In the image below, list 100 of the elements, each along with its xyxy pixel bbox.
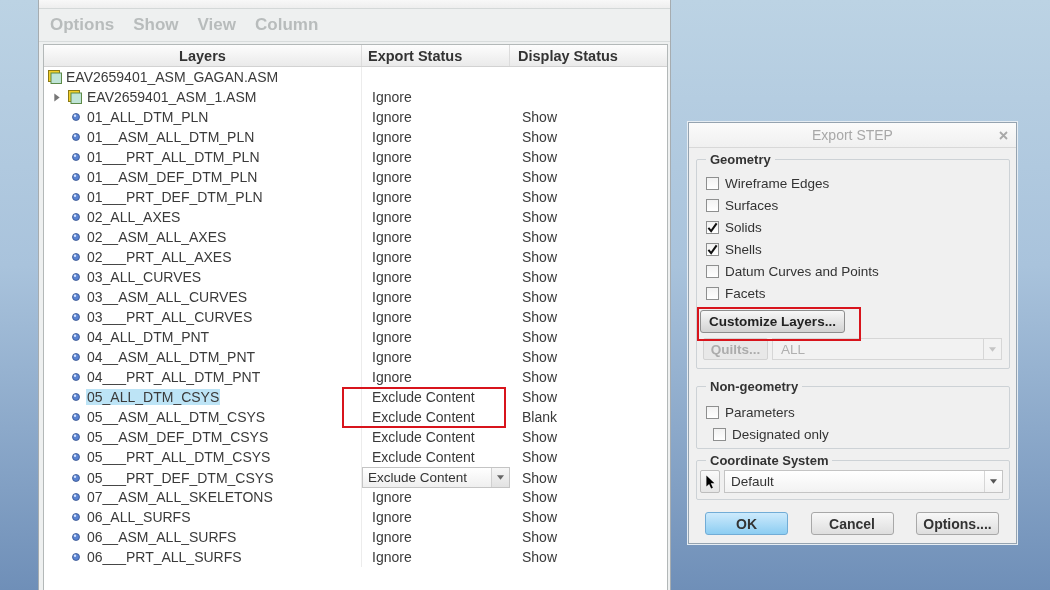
export-status: Ignore	[372, 149, 412, 165]
export-status: Ignore	[372, 229, 412, 245]
layer-dot-icon	[72, 233, 80, 241]
coordinate-system-dropdown[interactable]: Default	[724, 470, 1003, 493]
display-status: Show	[522, 209, 558, 225]
column-header[interactable]: Display Status	[510, 45, 667, 66]
layer-name[interactable]: 05_ALL_DTM_CSYS	[86, 389, 221, 405]
layer-name[interactable]: 03_ALL_CURVES	[86, 269, 203, 285]
layer-dot-icon	[72, 553, 80, 561]
layer-name[interactable]: 01_ALL_DTM_PLN	[86, 109, 210, 125]
display-status: Show	[522, 189, 558, 205]
layer-name[interactable]: 02_ALL_AXES	[86, 209, 182, 225]
export-status: Ignore	[372, 489, 412, 505]
layer-dot-icon	[72, 213, 80, 221]
display-status: Show	[522, 229, 558, 245]
dialog-button[interactable]: Options....	[916, 512, 999, 535]
layer-name[interactable]: 06__ASM_ALL_SURFS	[86, 529, 238, 545]
export-status: Ignore	[372, 349, 412, 365]
layer-name[interactable]: 05___PRT_ALL_DTM_CSYS	[86, 449, 272, 465]
export-status: Ignore	[372, 369, 412, 385]
checkbox[interactable]	[706, 220, 719, 234]
export-status: Ignore	[372, 309, 412, 325]
layer-dot-icon	[72, 153, 80, 161]
export-status: Ignore	[372, 329, 412, 345]
checkbox[interactable]	[706, 405, 719, 419]
customize-layers-button[interactable]: Customize Layers...	[700, 310, 845, 333]
dialog-title: Export STEP	[812, 127, 893, 143]
status-dropdown[interactable]: Exclude Content	[362, 467, 510, 488]
checkbox[interactable]	[706, 286, 719, 300]
assembly-icon	[68, 90, 82, 104]
layer-name[interactable]: 05___PRT_DEF_DTM_CSYS	[86, 469, 275, 486]
display-status: Show	[522, 449, 558, 465]
checkbox-label[interactable]: Surfaces	[725, 197, 779, 213]
export-status: Ignore	[372, 89, 412, 105]
checkmark-icon	[707, 221, 718, 233]
checkbox-label[interactable]: Wireframe Edges	[725, 175, 830, 191]
close-icon[interactable]	[999, 131, 1008, 140]
checkbox[interactable]	[706, 242, 719, 256]
checkbox-label[interactable]: Designated only	[732, 426, 829, 442]
layer-name[interactable]: 03___PRT_ALL_CURVES	[86, 309, 254, 325]
layer-name[interactable]: 01___PRT_DEF_DTM_PLN	[86, 189, 264, 205]
display-status: Show	[522, 149, 558, 165]
layer-name[interactable]: 01__ASM_ALL_DTM_PLN	[86, 129, 256, 145]
display-status: Show	[522, 109, 558, 125]
checkbox[interactable]	[706, 198, 719, 212]
checkbox-label[interactable]: Datum Curves and Points	[725, 263, 879, 279]
column-header[interactable]: Export Status	[362, 45, 510, 66]
export-status: Exclude Content	[372, 389, 475, 405]
column-header[interactable]: Layers	[44, 45, 362, 66]
layer-dot-icon	[72, 453, 80, 461]
layer-dot-icon	[72, 413, 80, 421]
display-status: Show	[522, 329, 558, 345]
layer-name[interactable]: 02__ASM_ALL_AXES	[86, 229, 228, 245]
layer-dot-icon	[72, 533, 80, 541]
dialog-button[interactable]: OK	[705, 512, 788, 535]
export-status: Ignore	[372, 249, 412, 265]
display-status: Show	[522, 469, 558, 486]
layer-name[interactable]: 06_ALL_SURFS	[86, 509, 192, 525]
display-status: Show	[522, 349, 558, 365]
export-status: Ignore	[372, 509, 412, 525]
layer-name[interactable]: 04___PRT_ALL_DTM_PNT	[86, 369, 262, 385]
layer-name[interactable]: 05__ASM_ALL_DTM_CSYS	[86, 409, 267, 425]
checkbox-label[interactable]: Facets	[725, 285, 766, 301]
assembly-name[interactable]: EAV2659401_ASM_GAGAN.ASM	[65, 69, 280, 85]
layer-name[interactable]: 02___PRT_ALL_AXES	[86, 249, 233, 265]
checkmark-icon	[707, 243, 718, 255]
caret-icon	[989, 346, 996, 352]
export-status: Ignore	[372, 289, 412, 305]
layer-name[interactable]: 01__ASM_DEF_DTM_PLN	[86, 169, 259, 185]
layer-name[interactable]: EAV2659401_ASM_1.ASM	[86, 89, 258, 105]
checkbox[interactable]	[706, 176, 719, 190]
dialog-button[interactable]: Cancel	[810, 512, 894, 535]
display-status: Show	[522, 369, 558, 385]
caret-icon[interactable]	[53, 92, 61, 102]
layer-name[interactable]: 03__ASM_ALL_CURVES	[86, 289, 249, 305]
layer-dot-icon	[72, 493, 80, 501]
layer-name[interactable]: 04__ASM_ALL_DTM_PNT	[86, 349, 257, 365]
layer-name[interactable]: 01___PRT_ALL_DTM_PLN	[86, 149, 261, 165]
display-status: Show	[522, 309, 558, 325]
layer-name[interactable]: 04_ALL_DTM_PNT	[86, 329, 211, 345]
layer-dot-icon	[72, 193, 80, 201]
export-status: Ignore	[372, 189, 412, 205]
display-status: Show	[522, 249, 558, 265]
layer-dot-icon	[72, 393, 80, 401]
export-status: Exclude Content	[372, 409, 475, 425]
layer-name[interactable]: 07__ASM_ALL_SKELETONS	[86, 489, 274, 505]
select-button[interactable]	[700, 470, 720, 493]
checkbox[interactable]	[713, 427, 726, 441]
checkbox-label[interactable]: Parameters	[725, 404, 795, 420]
layer-name[interactable]: 05__ASM_DEF_DTM_CSYS	[86, 429, 270, 445]
export-status: Ignore	[372, 529, 412, 545]
display-status: Show	[522, 489, 558, 505]
group-title: Coordinate System	[709, 453, 830, 468]
layer-dot-icon	[72, 133, 80, 141]
layer-name[interactable]: 06___PRT_ALL_SURFS	[86, 549, 243, 565]
assembly-icon	[48, 70, 62, 84]
checkbox-label[interactable]: Solids	[725, 219, 762, 235]
checkbox[interactable]	[706, 264, 719, 278]
checkbox-label[interactable]: Shells	[725, 241, 762, 257]
layer-dot-icon	[72, 173, 80, 181]
